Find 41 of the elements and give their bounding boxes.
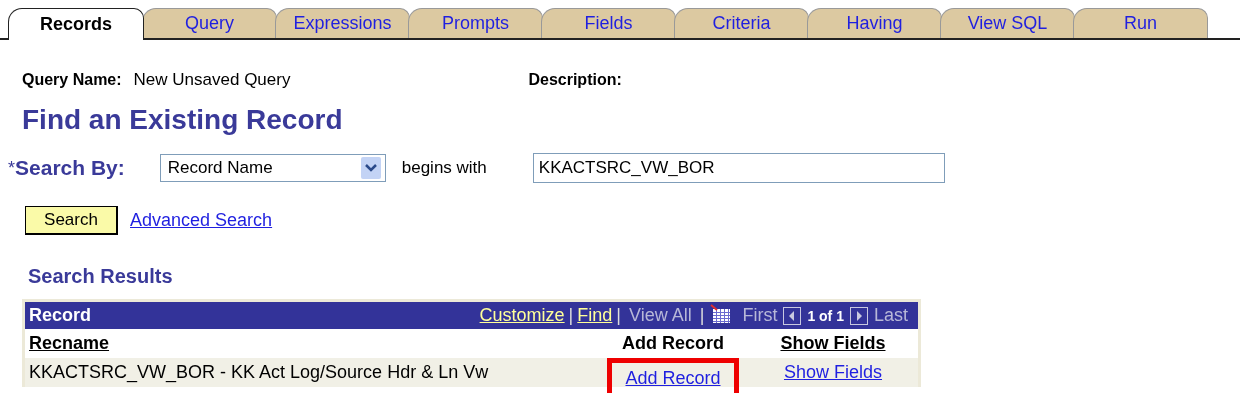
operator-label: begins with bbox=[401, 158, 487, 178]
grid-link[interactable]: Find bbox=[577, 305, 613, 326]
show-fields-link[interactable]: Show Fields bbox=[783, 362, 882, 382]
tab[interactable]: Expressions bbox=[275, 8, 410, 38]
table-cell: KKACTSRC_VW_BOR - KK Act Log/Source Hdr & Ln Vw bbox=[29, 362, 489, 382]
query-name-value: New Unsaved Query bbox=[133, 70, 291, 90]
page-range: 1 of 1 bbox=[807, 307, 844, 324]
download-grid-icon[interactable] bbox=[710, 303, 733, 324]
tab[interactable]: Query bbox=[142, 8, 277, 38]
last-text: Last bbox=[873, 305, 908, 326]
previous-icon[interactable] bbox=[783, 306, 802, 325]
separator: | bbox=[568, 305, 574, 326]
required-mark: * bbox=[8, 157, 15, 179]
search-input-field[interactable]: KKACTSRC_VW_BOR bbox=[532, 153, 945, 183]
separator: | bbox=[616, 305, 621, 326]
tab[interactable]: Fields bbox=[541, 8, 676, 38]
tab[interactable]: Having bbox=[807, 8, 942, 38]
dropdown-caret-icon bbox=[360, 157, 381, 179]
search-button[interactable]: Search bbox=[25, 206, 118, 235]
add-record-link[interactable]: Add Record bbox=[625, 367, 721, 389]
column-header: Add Record bbox=[622, 333, 724, 353]
tab[interactable]: View SQL bbox=[940, 8, 1075, 38]
description-label: Description: bbox=[528, 71, 622, 89]
column-header[interactable]: Show Fields bbox=[780, 333, 886, 353]
advanced-search-link[interactable]: Advanced Search bbox=[130, 210, 273, 231]
view-all-text: View All bbox=[629, 305, 692, 326]
search-by-label: Search By: bbox=[15, 156, 125, 180]
tab[interactable]: Run bbox=[1073, 8, 1208, 38]
grid-link[interactable]: Customize bbox=[479, 305, 565, 326]
first-text: First bbox=[742, 305, 778, 326]
grid-title: Record bbox=[29, 305, 92, 326]
column-header[interactable]: Recname bbox=[29, 333, 110, 353]
next-icon[interactable] bbox=[849, 306, 868, 325]
search-by-dropdown[interactable]: Record Name bbox=[159, 154, 386, 182]
separator: | bbox=[699, 305, 705, 326]
tab[interactable]: Prompts bbox=[408, 8, 543, 38]
search-results-title: Search Results bbox=[28, 265, 174, 288]
tab[interactable]: Records bbox=[8, 8, 144, 40]
tab[interactable]: Criteria bbox=[674, 8, 809, 38]
page-heading: Find an Existing Record bbox=[22, 104, 344, 136]
query-name-label: Query Name: bbox=[22, 71, 122, 89]
